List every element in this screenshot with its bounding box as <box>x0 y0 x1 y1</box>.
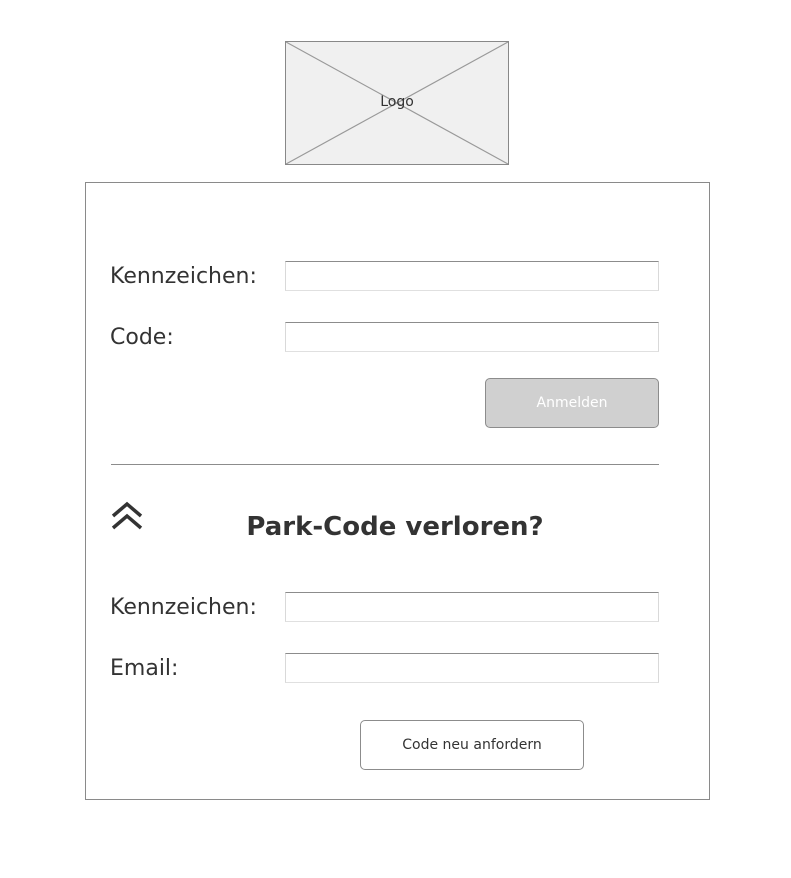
code-input[interactable] <box>285 322 659 352</box>
request-code-button[interactable]: Code neu anfordern <box>360 720 584 770</box>
recovery-title: Park-Code verloren? <box>246 512 544 542</box>
section-divider <box>111 464 659 465</box>
kennzeichen-input[interactable] <box>285 261 659 291</box>
logo-label: Logo <box>380 94 414 110</box>
logo-placeholder: Logo <box>285 41 509 165</box>
recovery-kennzeichen-input[interactable] <box>285 592 659 622</box>
email-input[interactable] <box>285 653 659 683</box>
recovery-kennzeichen-label: Kennzeichen: <box>110 595 257 620</box>
email-label: Email: <box>110 656 179 681</box>
kennzeichen-label: Kennzeichen: <box>110 264 257 289</box>
double-chevron-up-icon[interactable] <box>110 500 144 532</box>
code-label: Code: <box>110 325 174 350</box>
login-button[interactable]: Anmelden <box>485 378 659 428</box>
